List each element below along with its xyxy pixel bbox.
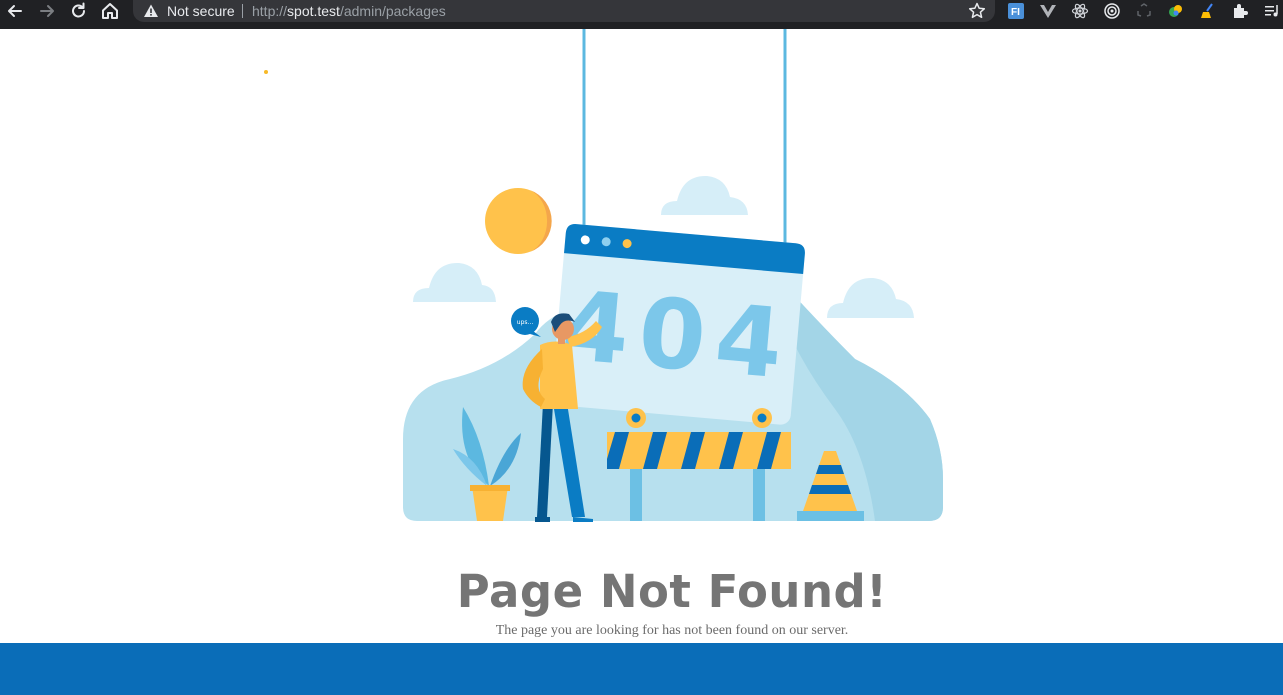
speech-bubble-text: ups... — [517, 319, 534, 326]
page-subtitle: The page you are looking for has not bee… — [495, 623, 849, 638]
reload-icon — [72, 2, 85, 18]
broom-extension-icon[interactable] — [1199, 2, 1217, 20]
recycle-extension-icon[interactable] — [1135, 2, 1153, 20]
url-host: spot.test — [287, 3, 340, 19]
person-torso — [540, 341, 578, 409]
security-status[interactable]: Not secure — [167, 3, 235, 19]
omnibox-divider — [242, 4, 243, 18]
barrier-lamp-left-lens — [631, 413, 641, 423]
decorative-dot — [264, 70, 268, 74]
back-arrow-icon — [8, 5, 22, 17]
forward-arrow-icon — [40, 5, 54, 17]
error-sign: 404 — [551, 224, 805, 425]
home-button[interactable] — [99, 0, 125, 22]
reload-button[interactable] — [68, 0, 94, 22]
barrier-lamp-right-lens — [757, 413, 767, 423]
person-neck — [558, 338, 565, 344]
address-bar[interactable]: Not secure http://spot.test/admin/packag… — [133, 0, 995, 22]
back-button[interactable] — [4, 0, 30, 22]
media-control-icon[interactable] — [1263, 2, 1281, 20]
cloud-right — [827, 277, 914, 318]
url-text[interactable]: http://spot.test/admin/packages — [252, 3, 446, 19]
person-shoe-back — [535, 517, 550, 522]
bookmark-star-icon[interactable] — [967, 1, 987, 21]
cone-base — [797, 511, 864, 521]
puzzle-extensions-icon[interactable] — [1231, 2, 1249, 20]
url-path: /admin/packages — [339, 3, 446, 19]
svg-text:FI: FI — [1011, 7, 1020, 18]
color-extension-icon[interactable] — [1167, 2, 1185, 20]
react-devtools-icon[interactable] — [1071, 2, 1089, 20]
home-icon — [102, 3, 118, 19]
plant-pot — [472, 486, 508, 521]
error-404-illustration: 404 ups... — [403, 29, 943, 522]
url-scheme: http:// — [252, 3, 288, 19]
warning-icon — [144, 4, 158, 17]
cloud-left — [413, 262, 496, 302]
cloud-top — [661, 175, 748, 215]
vue-devtools-icon[interactable] — [1039, 2, 1057, 20]
target-extension-icon[interactable] — [1103, 2, 1121, 20]
browser-toolbar: Not secure http://spot.test/admin/packag… — [0, 0, 1283, 29]
barrier-leg-left — [630, 469, 642, 521]
barrier-leg-right — [753, 469, 765, 521]
fi-extension-icon[interactable]: FI — [1007, 2, 1025, 20]
page-title: Page Not Found! — [456, 565, 888, 618]
footer-bar — [0, 643, 1283, 695]
forward-button[interactable] — [36, 0, 62, 22]
plant-pot-rim — [470, 485, 510, 491]
